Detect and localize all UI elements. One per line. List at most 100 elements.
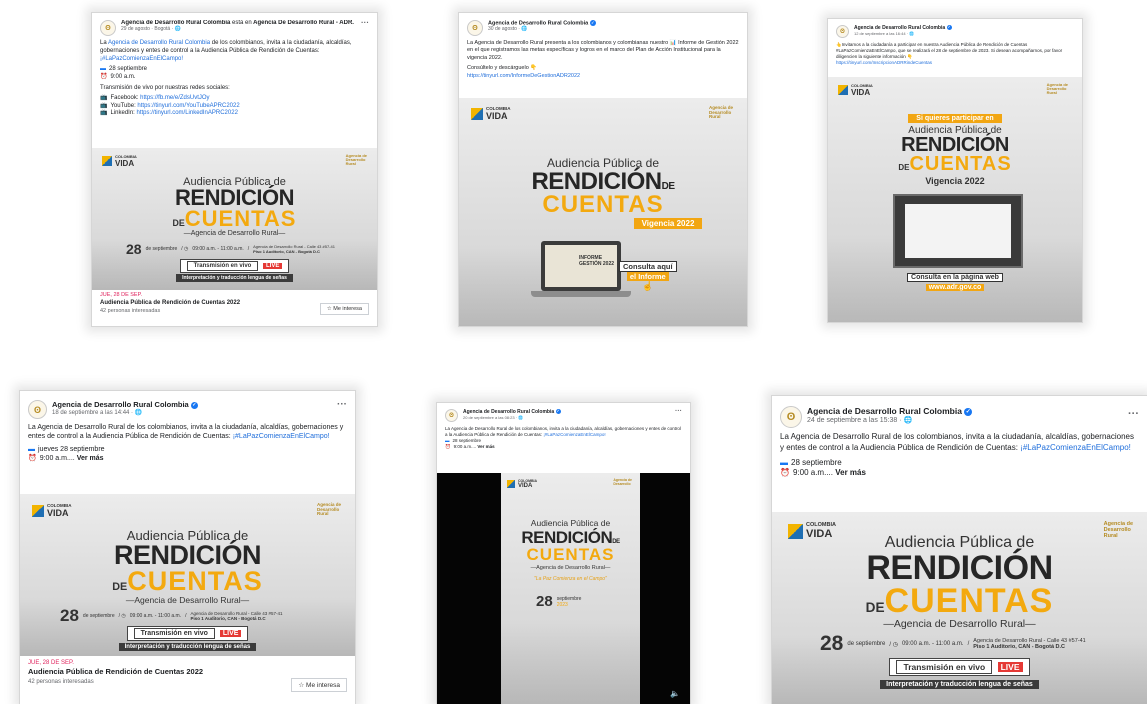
post-text: La Agencia de Desarrollo Rural de los co… [780, 432, 1134, 452]
pointer-icon: ☝ [642, 281, 654, 291]
day-line: ▬ jueves 28 septiembre [28, 445, 105, 453]
more-options-icon[interactable]: ··· [337, 399, 347, 410]
hashtag-link[interactable]: ¡#LaPazComienzaEnElCampo! [1020, 443, 1131, 452]
page-name-line: Agencia de Desarrollo Rural Colombia ✓ [807, 406, 1139, 416]
time-line: ⏰ 9:00 a.m.... Ver más [780, 468, 866, 478]
avatar[interactable]: ʘ [467, 20, 483, 36]
hashtag-link[interactable]: ¡#LaPazComienzaEnElCampo! [100, 56, 183, 62]
post-text: La Agencia de Desarrollo Rural de los co… [445, 426, 681, 437]
avatar[interactable]: ʘ [100, 20, 116, 36]
banner-date: 28 de septiembre / ◷ 09:00 a.m. - 11:00 a.m… [820, 632, 1086, 655]
laptop-screen-text: INFORME GESTIÓN 2022 [579, 255, 615, 267]
post-body: 👆Invitamos a la ciudadanía a participar … [828, 40, 1082, 68]
event-banner-image[interactable]: COLOMBIA VIDA Agencia de Desarrollo Rural A… [772, 512, 1147, 704]
slogan-text: "La Paz Comienza en el Campo" [534, 576, 607, 582]
alarm-clock-icon: ⏰ [780, 468, 790, 478]
colombia-logo: COLOMBIA VIDA [102, 154, 137, 168]
post-body: La Agencia de Desarrollo Rural presenta … [459, 38, 747, 82]
post-header: ʘ Agencia de Desarrollo Rural Colombia ✓… [20, 391, 355, 421]
hashtag-link[interactable]: ¡#LaPazComienzaEnElCampo! [543, 432, 605, 437]
see-more-link[interactable]: Ver más [77, 455, 104, 462]
see-more-link[interactable]: Ver más [477, 444, 494, 449]
location-link[interactable]: Agencia De Desarrollo Rural - ADR. [253, 20, 354, 26]
post-date[interactable]: 29 de agosto · Bogotá · 🌐 [121, 26, 369, 32]
report-banner-image[interactable]: COLOMBIA VIDA Agencia de Desarrollo Rural A… [459, 98, 747, 326]
report-link[interactable]: https://tinyurl.com/InformeDeGestionADR2… [467, 73, 739, 80]
signup-link[interactable]: https://tinyurl.com/InscripcionADRRindeC… [836, 60, 1074, 66]
avatar[interactable]: ʘ [836, 25, 849, 38]
verified-badge-icon: ✓ [589, 20, 596, 26]
post-body: La Agencia de Desarrollo Rural de los co… [772, 430, 1147, 481]
participate-tag: Si quieres participar en [828, 114, 1082, 123]
more-options-icon[interactable]: ··· [361, 18, 369, 27]
interest-button[interactable]: ☆ Me interesa [291, 678, 347, 692]
post-header: ʘ Agencia de Desarrollo Rural Colombia e… [92, 13, 377, 38]
banner-subtitle: —Agencia de Desarrollo Rural— [530, 565, 611, 571]
banner-date: 28 de septiembre / ◷ 09:00 a.m. - 11:00 a.m… [60, 606, 283, 625]
tv-icon: 📺 [100, 110, 108, 117]
time-line: ⏰ 9:00 a.m.... Ver más [445, 443, 495, 449]
verified-badge-icon: ✓ [964, 407, 973, 416]
mention-link[interactable]: Agencia de Desarrollo Rural Colombia [108, 40, 210, 46]
post-date[interactable]: 18 de septiembre a las 14:44 · 🌐 [52, 409, 347, 416]
participation-banner-image[interactable]: COLOMBIA VIDA Agencia de Desarrollo Rural S… [828, 77, 1082, 322]
more-options-icon[interactable]: ··· [675, 408, 682, 415]
social-facebook: 📺 Facebook: https://fb.me/e/ZdsUvtJOy [100, 94, 210, 101]
volume-icon[interactable]: 🔈 [670, 689, 680, 698]
banner-title-3: DECUENTAS [865, 582, 1054, 620]
adr-logo: Agencia de Desarrollo Rural [708, 105, 733, 120]
see-more-link[interactable]: Ver más [835, 468, 866, 477]
time-line: ⏰ 9:00 a.m. [100, 74, 136, 81]
banner-title-3: CUENTAS [526, 545, 615, 564]
alarm-clock-icon: ⏰ [100, 74, 108, 81]
banner-title-1: Audiencia Pública de [530, 518, 611, 528]
post-date[interactable]: 24 de septiembre a las 15:38 · 🌐 [807, 416, 1139, 424]
post-card-4: ʘ Agencia de Desarrollo Rural Colombia ✓… [19, 390, 356, 704]
facebook-link[interactable]: https://fb.me/e/ZdsUvtJOy [140, 95, 209, 101]
banner-subtitle: —Agencia de Desarrollo Rural— [883, 618, 1036, 630]
post-date[interactable]: 30 de agosto · 🌐 [488, 26, 739, 32]
youtube-link[interactable]: https://tinyurl.com/YouTubeAPRC2022 [137, 103, 239, 109]
adr-logo: Agencia de Desarrollo Rural [316, 502, 341, 517]
event-date: JUE, 28 DE SEP. [28, 660, 74, 666]
event-title[interactable]: Audiencia Pública de Rendición de Cuenta… [28, 667, 347, 678]
avatar[interactable]: ʘ [445, 409, 458, 422]
banner-subtitle: —Agencia de Desarrollo Rural— [125, 595, 250, 605]
day-line: ▬ 28 septiembre [780, 457, 842, 467]
sign-language-badge: Interpretación y traducción lengua de se… [92, 274, 377, 282]
day-line: ▬ 28 septiembre [100, 66, 148, 73]
sign-language-badge: Interpretación y traducción lengua de se… [772, 680, 1147, 689]
banner-title-3: DECUENTAS [172, 206, 297, 231]
colombia-logo: COLOMBIA VIDA [471, 106, 511, 121]
live-badge: Transmisión en vivo LIVE [772, 658, 1147, 676]
event-banner-image[interactable]: COLOMBIA VIDA Agencia de Desarrollo Rural A… [92, 148, 377, 290]
post-header: ʘ Agencia de Desarrollo Rural Colombia ✓… [772, 396, 1147, 430]
avatar[interactable]: ʘ [28, 400, 47, 419]
linkedin-link[interactable]: https://tinyurl.com/LinkedInAPRC2022 [137, 110, 238, 116]
hashtag-link[interactable]: ¡#LaPazComienzaEnElCampo! [233, 433, 330, 440]
video-player[interactable]: COLOMBIA VIDA Agencia de Desarrollo Audien… [437, 473, 690, 704]
post-text: 👆Invitamos a la ciudadanía a participar … [836, 42, 1063, 60]
banner-date: 28 septiembre 2023 [536, 593, 582, 610]
verified-badge-icon: ✓ [190, 401, 198, 409]
event-banner-image[interactable]: COLOMBIA VIDA Agencia de Desarrollo Rural A… [20, 494, 355, 656]
banner-title-3: DECUENTAS [112, 566, 263, 596]
page-name[interactable]: Agencia de Desarrollo Rural Colombia [807, 406, 962, 416]
page-suffix: está en [232, 20, 252, 26]
post-header: ʘ Agencia de Desarrollo Rural Colombia ✓… [437, 403, 690, 424]
alarm-clock-icon: ⏰ [445, 443, 451, 449]
interest-button[interactable]: ☆ Me interesa [319, 303, 369, 315]
post-date[interactable]: 20 de septiembre a las 08:23 · 🌐 [463, 415, 682, 420]
time-line: ⏰ 9:00 a.m.... Ver más [28, 455, 104, 463]
post-date[interactable]: 12 de septiembre a las 16:44 · 🌐 [854, 31, 1074, 36]
post-card-6: ʘ Agencia de Desarrollo Rural Colombia ✓… [771, 395, 1147, 704]
avatar[interactable]: ʘ [780, 406, 802, 428]
page-name[interactable]: Agencia de Desarrollo Rural Colombia [52, 400, 189, 409]
more-options-icon[interactable]: ··· [1128, 408, 1139, 420]
verified-badge-icon: ✓ [555, 409, 561, 415]
colombia-logo: COLOMBIA VIDA [507, 479, 537, 489]
post-body: La Agencia de Desarrollo Rural de los co… [437, 424, 690, 451]
verified-badge-icon: ✓ [946, 25, 952, 31]
page-name-line: Agencia de Desarrollo Rural Colombia ✓ [52, 400, 347, 409]
alarm-clock-icon: ⏰ [28, 455, 37, 463]
